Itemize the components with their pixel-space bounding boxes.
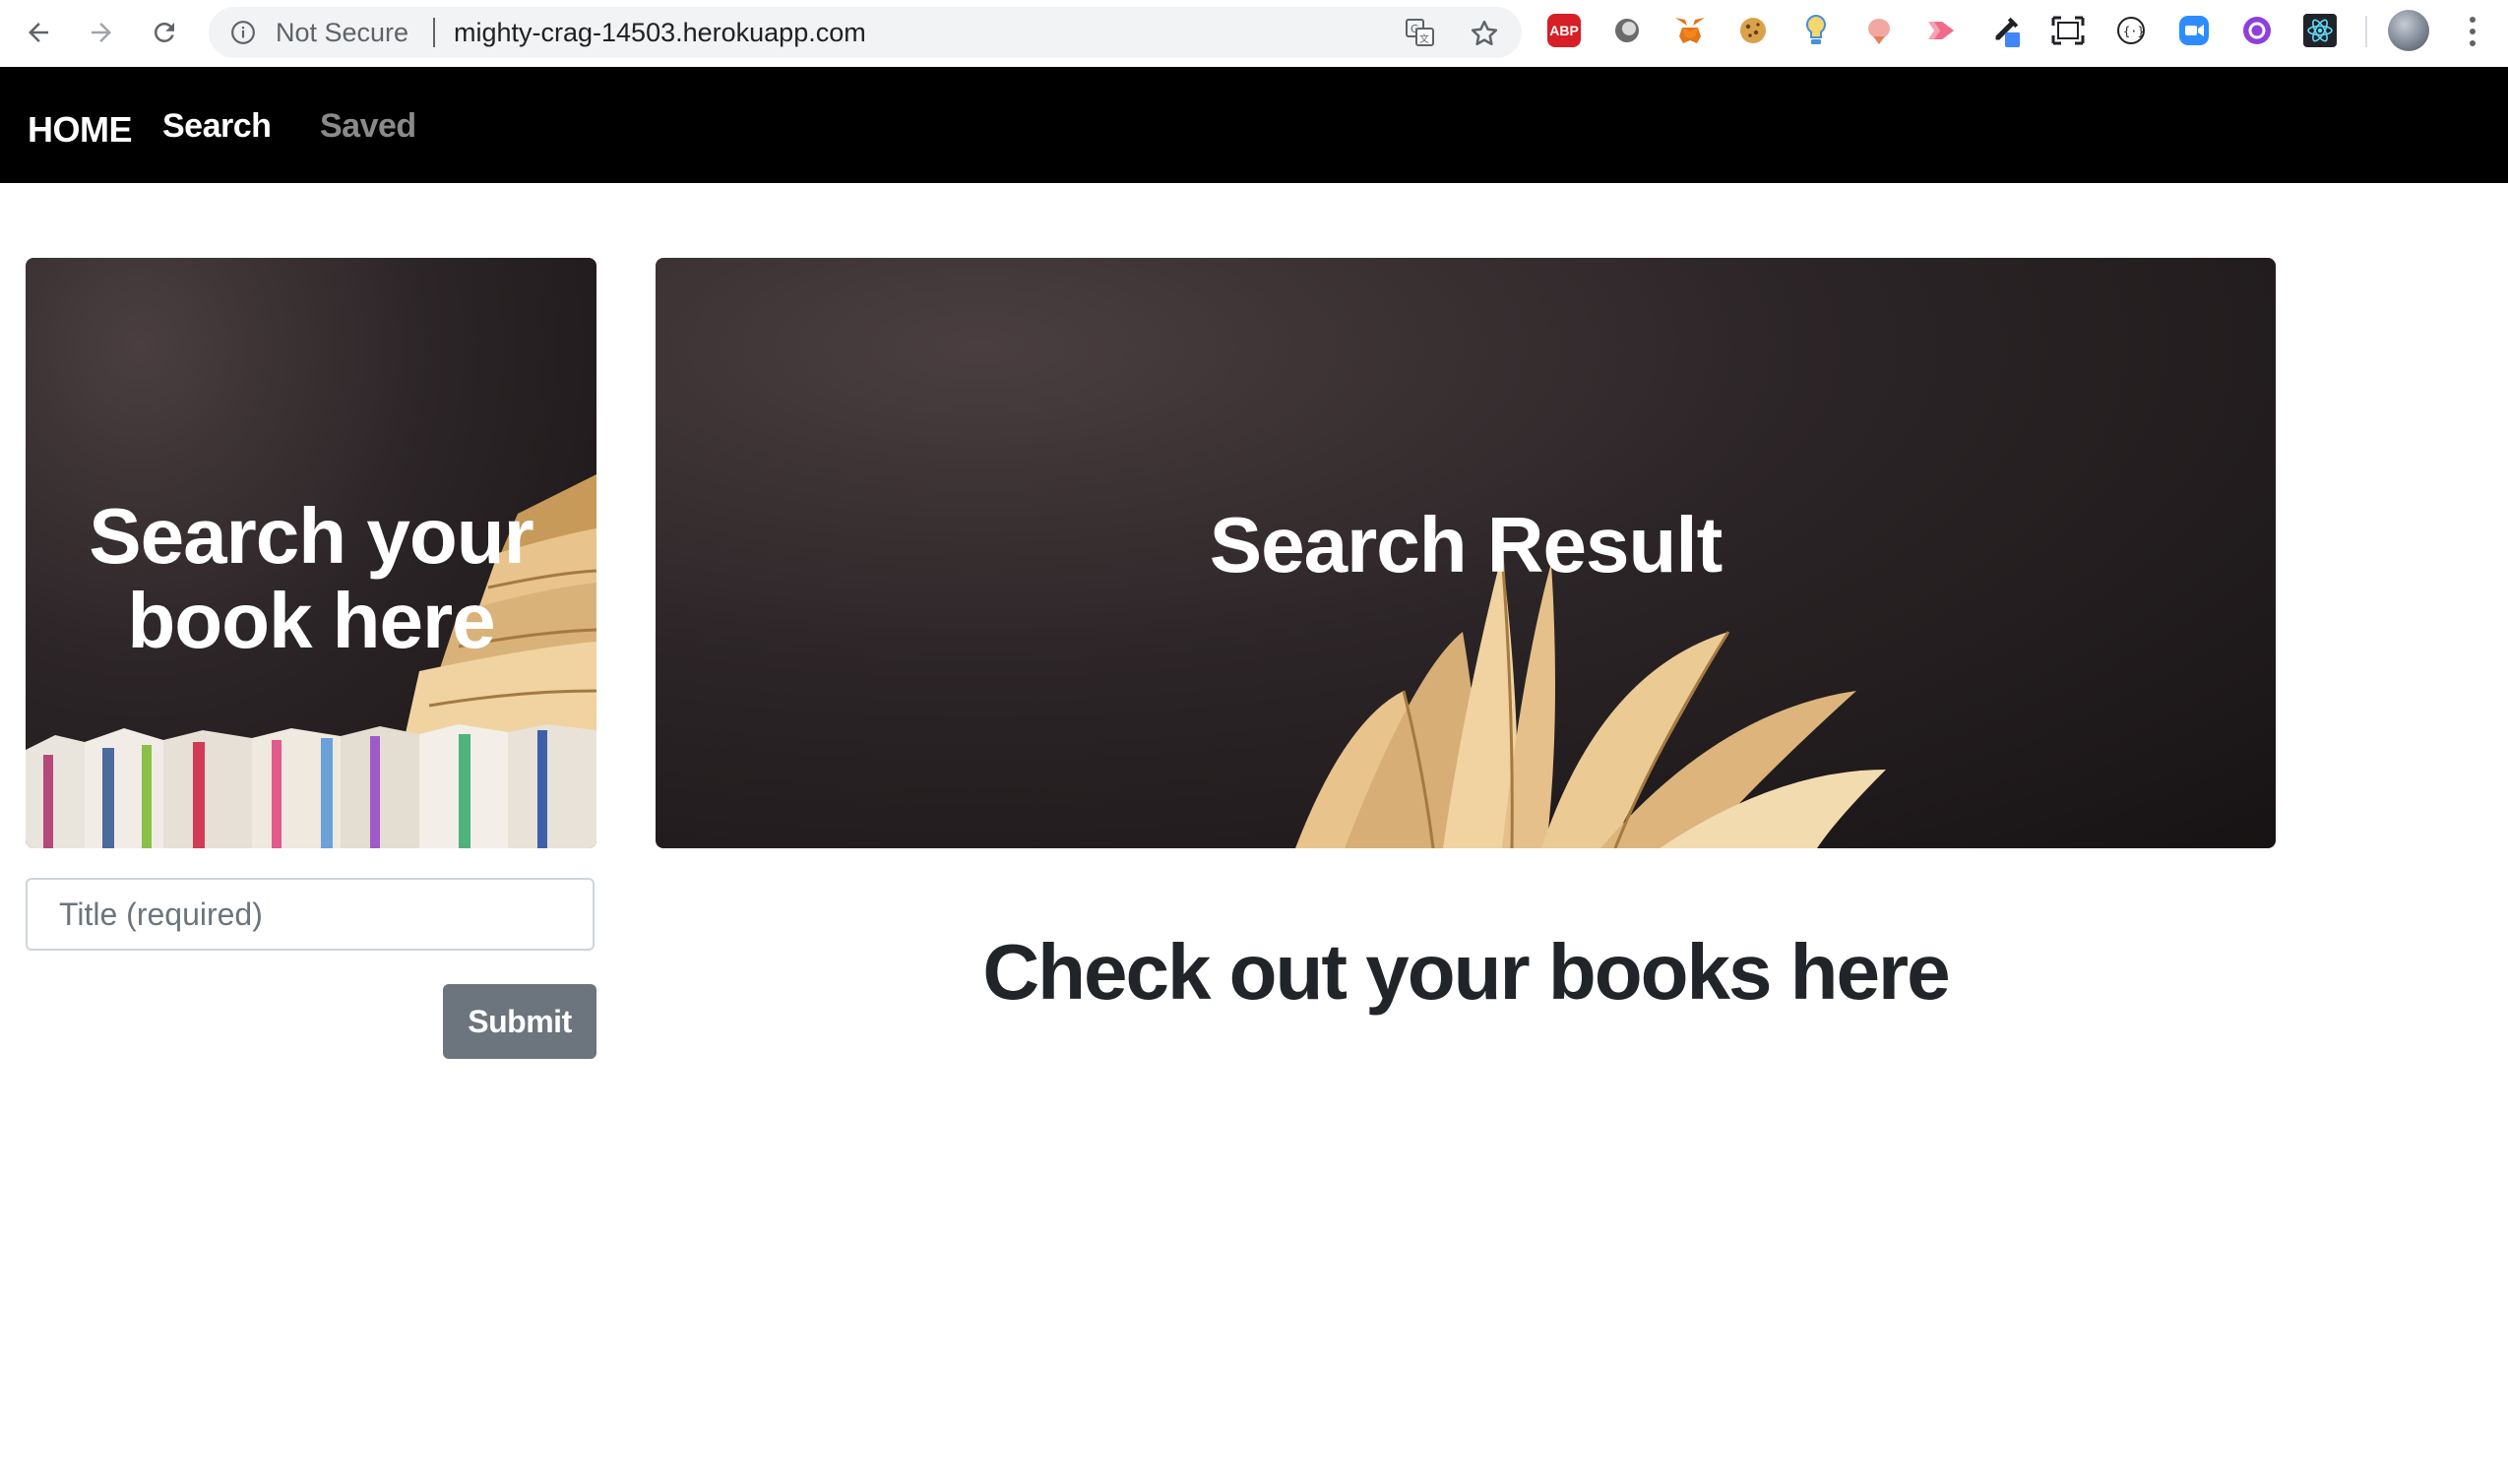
security-label[interactable]: Not Secure (276, 19, 408, 46)
forward-button[interactable] (79, 10, 124, 55)
purple-extension-icon[interactable] (2240, 14, 2274, 47)
svg-text:{·}: {·} (2123, 25, 2145, 38)
eyedropper-extension-icon[interactable] (1988, 14, 2022, 47)
kebab-menu-icon[interactable] (2466, 12, 2479, 51)
cookie-extension-icon[interactable] (1736, 14, 1770, 47)
results-hero-card: Search Result (656, 258, 2276, 848)
zoom-extension-icon[interactable] (2177, 14, 2211, 47)
circle-extension-icon[interactable] (1610, 14, 1644, 47)
toolbar-separator (2365, 16, 2367, 47)
search-hero-title-line1: Search your (89, 492, 533, 580)
search-hero-title-line2: book here (127, 577, 495, 664)
arrow-right-icon (92, 23, 111, 42)
reload-icon (154, 22, 174, 42)
search-hero-card: Search your book here (26, 258, 596, 848)
omnibox-divider (433, 18, 435, 47)
brain-extension-icon[interactable] (1862, 14, 1896, 47)
browser-toolbar: Not Secure mighty-crag-14503.herokuapp.c… (0, 0, 2508, 68)
site-navbar: HOME Search Saved (0, 67, 2508, 183)
nav-brand-home[interactable]: HOME (28, 110, 133, 150)
results-hero-title: Search Result (1209, 501, 1724, 588)
translate-icon[interactable]: G 文 (1406, 19, 1435, 46)
svg-text:文: 文 (1419, 32, 1429, 45)
submit-button[interactable]: Submit (443, 984, 596, 1059)
bookmark-star-icon[interactable] (1470, 19, 1499, 48)
arrow-left-icon (29, 23, 48, 42)
adblock-label: ABP (1549, 23, 1579, 38)
back-button[interactable] (16, 10, 61, 55)
react-devtools-icon[interactable] (2303, 14, 2337, 47)
url-text[interactable]: mighty-crag-14503.herokuapp.com (454, 19, 866, 46)
adblock-extension-icon[interactable]: ABP (1547, 14, 1581, 47)
reload-button[interactable] (142, 10, 187, 55)
nav-link-search[interactable]: Search (162, 106, 272, 146)
metamask-fox-icon[interactable] (1673, 14, 1707, 47)
results-heading: Check out your books here (982, 928, 1950, 1016)
nav-link-saved[interactable]: Saved (320, 106, 416, 146)
title-input[interactable] (26, 878, 595, 951)
lightbulb-extension-icon[interactable] (1799, 14, 1833, 47)
code-extension-icon[interactable]: {·} (2114, 14, 2148, 47)
profile-avatar[interactable] (2388, 10, 2429, 51)
address-bar[interactable]: Not Secure mighty-crag-14503.herokuapp.c… (209, 7, 1522, 58)
search-hero-title: Search your book here (26, 494, 596, 663)
screenshot-extension-icon[interactable] (2051, 14, 2085, 47)
info-icon[interactable] (230, 20, 256, 45)
arrow-extension-icon[interactable] (1925, 14, 1959, 47)
